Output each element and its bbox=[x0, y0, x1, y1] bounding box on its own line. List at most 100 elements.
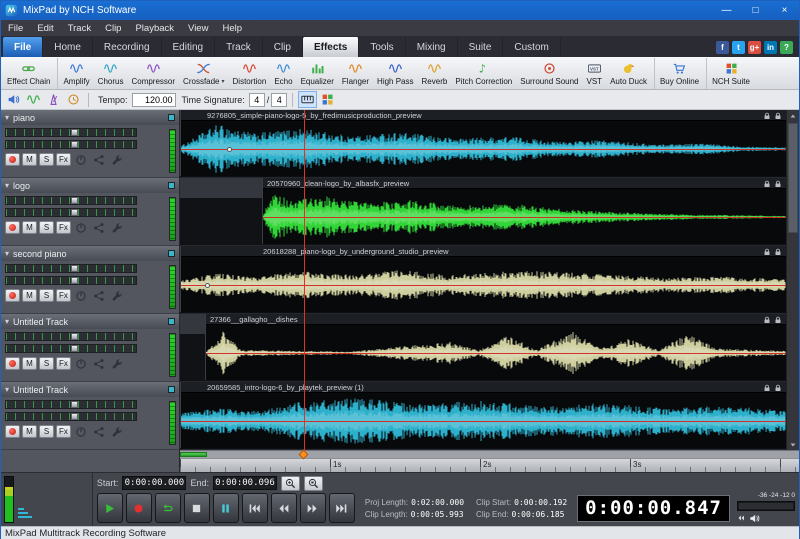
time-signature-denominator[interactable] bbox=[271, 93, 287, 107]
menu-item[interactable]: Help bbox=[215, 20, 249, 36]
volume-slider[interactable] bbox=[5, 400, 137, 409]
scroll-down-icon[interactable] bbox=[787, 439, 799, 450]
pan-slider[interactable] bbox=[5, 344, 137, 353]
track-header[interactable]: ▾ logo bbox=[1, 178, 179, 193]
ribbon-button[interactable]: Echo▾ bbox=[270, 58, 296, 89]
clip-volume-line[interactable] bbox=[206, 353, 786, 354]
record-options-icon[interactable] bbox=[24, 91, 43, 108]
ribbon-button[interactable]: Equalizer▾ bbox=[297, 58, 338, 89]
fx-button[interactable]: Fx bbox=[56, 357, 71, 370]
mute-button[interactable]: M bbox=[22, 153, 37, 166]
mute-button[interactable]: M bbox=[22, 357, 37, 370]
collapse-icon[interactable]: ▾ bbox=[5, 317, 9, 326]
minimize-button[interactable]: — bbox=[712, 1, 741, 20]
knob-icon[interactable] bbox=[73, 357, 89, 370]
record-button[interactable] bbox=[126, 493, 152, 523]
playhead-line[interactable] bbox=[304, 110, 305, 458]
play-button[interactable] bbox=[97, 493, 123, 523]
solo-button[interactable]: S bbox=[39, 425, 54, 438]
ribbon-button[interactable]: Reverb▾ bbox=[418, 58, 452, 89]
solo-button[interactable]: S bbox=[39, 289, 54, 302]
fast-forward-button[interactable] bbox=[300, 493, 326, 523]
pan-slider[interactable] bbox=[5, 140, 137, 149]
zoom-to-selection-icon[interactable] bbox=[304, 476, 323, 491]
knob-icon[interactable] bbox=[73, 153, 89, 166]
ribbon-button[interactable]: ♪ Pitch Correction▾ bbox=[451, 58, 516, 89]
clip-lock-icon[interactable] bbox=[763, 315, 771, 324]
clip-name[interactable]: 27366__gallagho__dishes bbox=[206, 314, 786, 325]
track-header[interactable]: ▾ piano bbox=[1, 110, 179, 125]
go-to-start-button[interactable] bbox=[242, 493, 268, 523]
pan-slider[interactable] bbox=[5, 276, 137, 285]
wrench-icon[interactable] bbox=[109, 289, 125, 302]
fx-button[interactable]: Fx bbox=[56, 221, 71, 234]
virtual-keyboard-icon[interactable] bbox=[298, 91, 317, 108]
clip-lock-icon[interactable] bbox=[763, 247, 771, 256]
vertical-scrollbar[interactable] bbox=[786, 110, 799, 450]
audio-clip[interactable]: 20659585_intro-logo-6_by_playtek_preview… bbox=[180, 382, 786, 448]
slider-thumb[interactable] bbox=[71, 209, 78, 216]
tempo-input[interactable] bbox=[132, 93, 176, 107]
scrollbar-thumb[interactable] bbox=[180, 452, 207, 457]
ribbon-tab[interactable]: Effects bbox=[303, 37, 359, 57]
fx-button[interactable]: Fx bbox=[56, 425, 71, 438]
track-lane[interactable]: 20659585_intro-logo-6_by_playtek_preview… bbox=[180, 382, 786, 450]
volume-slider[interactable] bbox=[5, 196, 137, 205]
clip-lock-icon[interactable] bbox=[774, 247, 782, 256]
ribbon-button[interactable]: Surround Sound▾ bbox=[516, 58, 582, 89]
maximize-button[interactable]: □ bbox=[741, 1, 770, 20]
twitter-icon[interactable]: t bbox=[732, 41, 745, 54]
volume-slider[interactable] bbox=[5, 128, 137, 137]
ribbon-tab[interactable]: Editing bbox=[162, 37, 216, 57]
loop-button[interactable] bbox=[155, 493, 181, 523]
stop-button[interactable] bbox=[184, 493, 210, 523]
ribbon-tab[interactable]: File bbox=[3, 37, 43, 57]
slider-thumb[interactable] bbox=[71, 129, 78, 136]
clip-volume-line[interactable] bbox=[181, 285, 786, 286]
envelope-point[interactable] bbox=[227, 147, 232, 152]
menu-item[interactable]: Edit bbox=[30, 20, 60, 36]
slider-thumb[interactable] bbox=[71, 265, 78, 272]
ribbon-button[interactable]: Flanger▾ bbox=[338, 58, 373, 89]
arm-record-button[interactable] bbox=[5, 357, 20, 370]
clip-lock-icon[interactable] bbox=[774, 383, 782, 392]
wrench-icon[interactable] bbox=[109, 357, 125, 370]
menu-item[interactable]: View bbox=[181, 20, 215, 36]
solo-button[interactable]: S bbox=[39, 153, 54, 166]
menu-item[interactable]: Playback bbox=[128, 20, 181, 36]
audio-clip[interactable]: 20570960_clean-logo_by_albasfx_preview bbox=[262, 178, 786, 244]
ribbon-button[interactable]: Buy Online▾ bbox=[656, 58, 707, 89]
ribbon-tab[interactable]: Home bbox=[43, 37, 93, 57]
metronome-icon[interactable] bbox=[44, 91, 63, 108]
fx-button[interactable]: Fx bbox=[56, 153, 71, 166]
ribbon-tab[interactable]: Recording bbox=[93, 37, 162, 57]
time-ruler[interactable]: 1s2s3s bbox=[180, 458, 799, 472]
ribbon-button[interactable]: High Pass▾ bbox=[373, 58, 417, 89]
pan-slider[interactable] bbox=[5, 412, 137, 421]
track-lane[interactable]: 27366__gallagho__dishes bbox=[180, 314, 786, 382]
ribbon-tab[interactable]: Suite bbox=[458, 37, 504, 57]
time-signature-numerator[interactable] bbox=[249, 93, 265, 107]
wrench-icon[interactable] bbox=[109, 425, 125, 438]
clip-lock-icon[interactable] bbox=[774, 111, 782, 120]
solo-button[interactable]: S bbox=[39, 357, 54, 370]
clip-lock-icon[interactable] bbox=[763, 383, 771, 392]
thumbs-up-icon[interactable] bbox=[700, 41, 713, 54]
ribbon-tab[interactable]: Mixing bbox=[406, 37, 458, 57]
collapse-icon[interactable]: ▾ bbox=[5, 385, 9, 394]
menu-item[interactable]: Clip bbox=[98, 20, 128, 36]
audio-clip[interactable]: 27366__gallagho__dishes bbox=[205, 314, 786, 380]
rewind-button[interactable] bbox=[271, 493, 297, 523]
googleplus-icon[interactable]: g+ bbox=[748, 41, 761, 54]
mute-button[interactable]: M bbox=[22, 425, 37, 438]
scroll-up-icon[interactable] bbox=[787, 110, 799, 121]
volume-slider[interactable] bbox=[5, 332, 137, 341]
selection-start-input[interactable] bbox=[122, 476, 186, 490]
arm-record-button[interactable] bbox=[5, 289, 20, 302]
knob-icon[interactable] bbox=[73, 425, 89, 438]
routing-icon[interactable] bbox=[91, 289, 107, 302]
scrollbar-thumb[interactable] bbox=[788, 123, 798, 233]
clip-lock-icon[interactable] bbox=[763, 179, 771, 188]
fx-button[interactable]: Fx bbox=[56, 289, 71, 302]
audio-clip[interactable]: 20618288_piano-logo_by_underground_studi… bbox=[180, 246, 786, 312]
